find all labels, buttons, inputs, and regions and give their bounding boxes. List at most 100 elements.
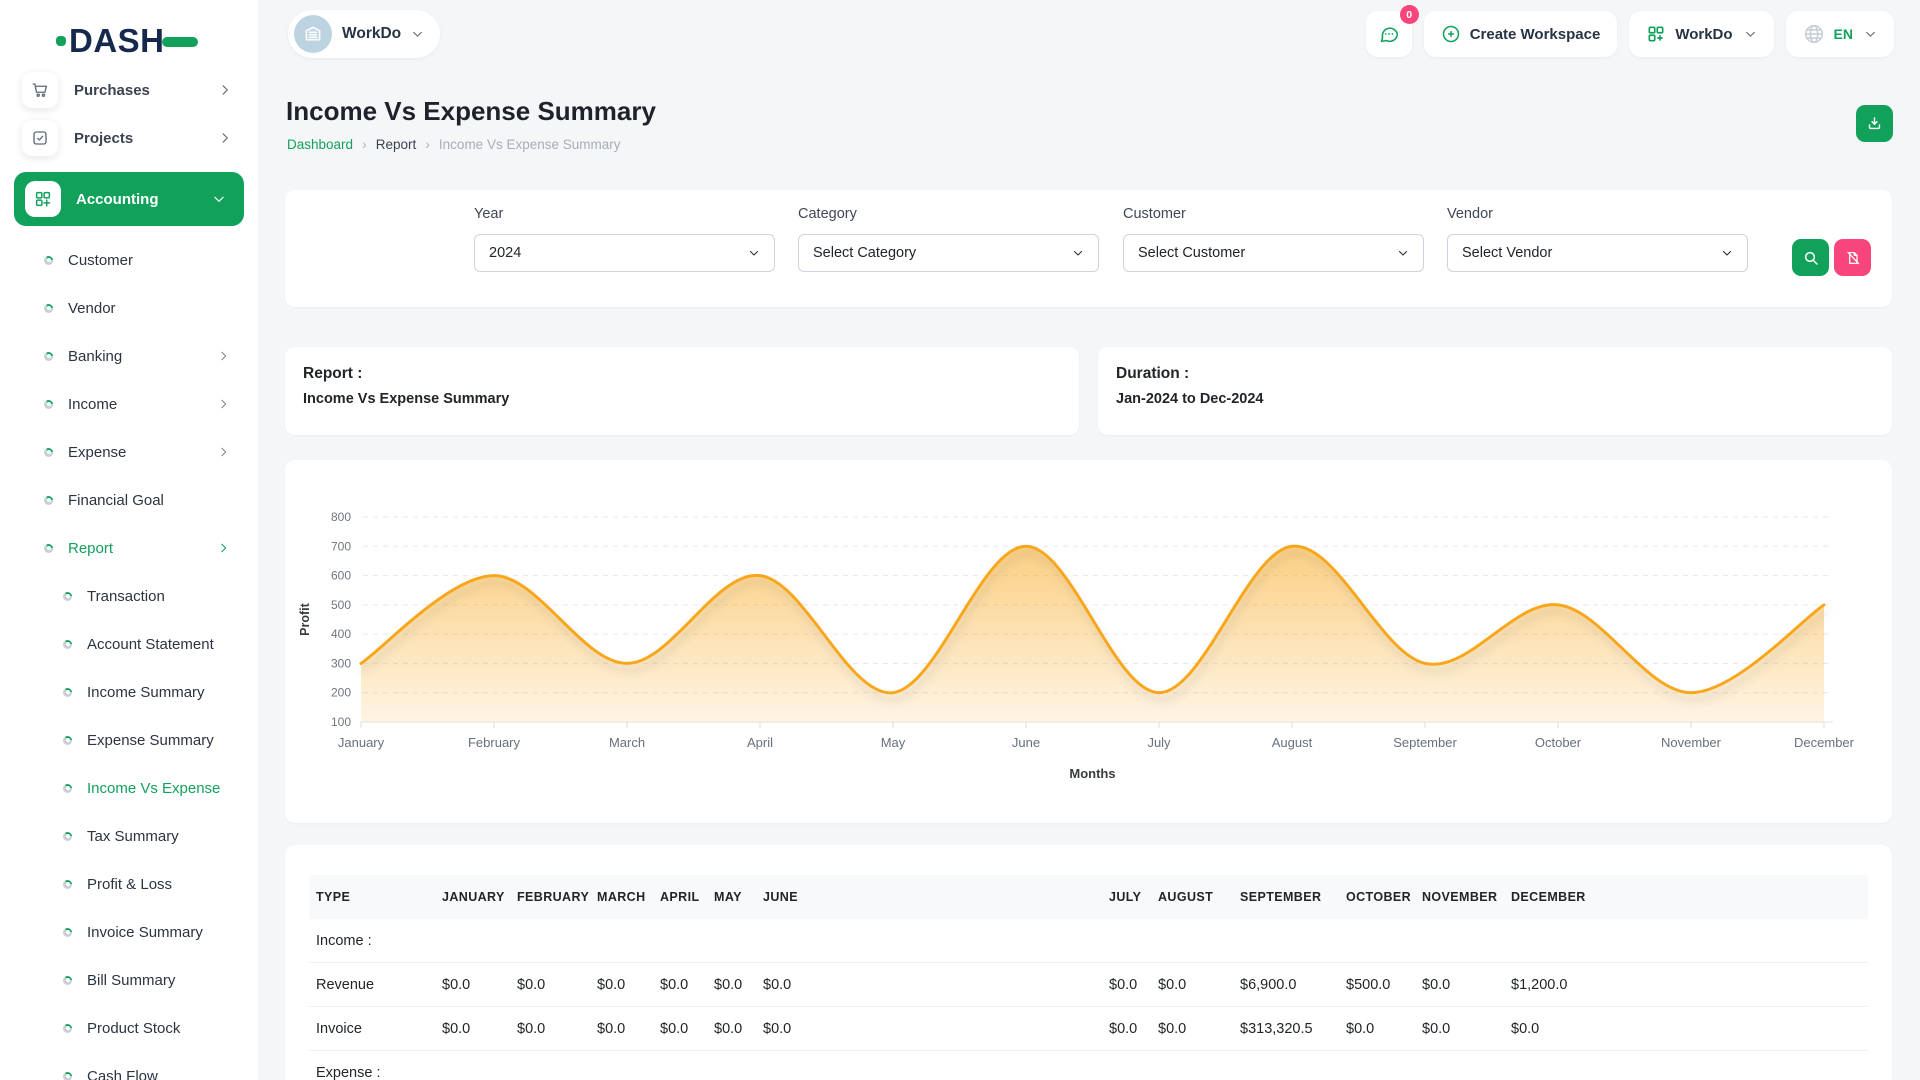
- sidebar-item-label: Vendor: [68, 300, 116, 317]
- filter-vendor: Vendor Select Vendor: [1447, 206, 1748, 272]
- sidebar-item-income-vs-expense[interactable]: Income Vs Expense: [0, 764, 258, 812]
- sidebar-item-label: Purchases: [74, 82, 150, 99]
- sidebar-item-customer[interactable]: Customer: [0, 236, 258, 284]
- bullet-icon: [44, 256, 53, 265]
- clear-filter-icon: [1845, 250, 1861, 266]
- sidebar-item-label: Invoice Summary: [87, 924, 203, 941]
- messages-badge: 0: [1400, 5, 1419, 24]
- sidebar-item-transaction[interactable]: Transaction: [0, 572, 258, 620]
- chevron-down-icon: [747, 247, 761, 259]
- sidebar-item-expense-summary[interactable]: Expense Summary: [0, 716, 258, 764]
- table-col-header: AUGUST: [1151, 875, 1233, 919]
- workspace-name: WorkDo: [342, 25, 401, 43]
- filter-year: Year 2024: [474, 206, 775, 272]
- svg-text:December: December: [1794, 735, 1855, 750]
- svg-text:400: 400: [331, 627, 351, 641]
- sidebar-item-label: Report: [68, 540, 113, 557]
- profit-chart-card: 100200300400500600700800JanuaryFebruaryM…: [285, 460, 1892, 823]
- sidebar-item-label: Banking: [68, 348, 122, 365]
- svg-text:500: 500: [331, 598, 351, 612]
- sidebar-item-invoice-summary[interactable]: Invoice Summary: [0, 908, 258, 956]
- workspace-menu-label: WorkDo: [1675, 26, 1732, 43]
- table-col-header: DECEMBER: [1504, 875, 1868, 919]
- filter-customer: Customer Select Customer: [1123, 206, 1424, 272]
- sidebar-item-label: Financial Goal: [68, 492, 164, 509]
- messages-button[interactable]: 0: [1366, 11, 1412, 57]
- table-col-header: APRIL: [653, 875, 707, 919]
- vendor-select[interactable]: Select Vendor: [1447, 234, 1748, 272]
- download-report-button[interactable]: [1856, 105, 1893, 142]
- table-col-header: FEBRUARY: [510, 875, 590, 919]
- chevron-down-icon: [1743, 28, 1757, 41]
- tasks-icon: [22, 120, 58, 156]
- cart-icon: [22, 72, 58, 108]
- workspace-grid-icon: [1646, 24, 1666, 44]
- sidebar-item-cash-flow[interactable]: Cash Flow: [0, 1052, 258, 1080]
- year-label: Year: [474, 206, 775, 222]
- globe-icon: [1803, 23, 1825, 45]
- svg-text:June: June: [1012, 735, 1040, 750]
- category-select[interactable]: Select Category: [798, 234, 1099, 272]
- sidebar-item-accounting[interactable]: Accounting: [14, 172, 244, 226]
- sidebar-item-tax-summary[interactable]: Tax Summary: [0, 812, 258, 860]
- sidebar-item-income-summary[interactable]: Income Summary: [0, 668, 258, 716]
- apply-filter-button[interactable]: [1792, 239, 1829, 276]
- svg-text:March: March: [609, 735, 645, 750]
- sidebar-item-label: Tax Summary: [87, 828, 179, 845]
- sidebar-item-projects[interactable]: Projects: [0, 114, 258, 162]
- workspace-menu-button[interactable]: WorkDo: [1629, 11, 1773, 57]
- breadcrumb-current: Income Vs Expense Summary: [439, 137, 621, 152]
- report-card-title: Report :: [303, 365, 362, 383]
- sidebar-item-financial-goal[interactable]: Financial Goal: [0, 476, 258, 524]
- svg-text:January: January: [338, 735, 385, 750]
- sidebar-nav: Purchases Projects Accounting Customer Vendo…: [0, 66, 258, 1080]
- duration-card-value: Jan-2024 to Dec-2024: [1116, 391, 1264, 407]
- svg-text:September: September: [1393, 735, 1457, 750]
- sidebar-item-expense[interactable]: Expense: [0, 428, 258, 476]
- sidebar-item-account-statement[interactable]: Account Statement: [0, 620, 258, 668]
- breadcrumb-report[interactable]: Report: [376, 137, 417, 152]
- bullet-icon: [44, 496, 53, 505]
- topbar-actions: 0 Create Workspace WorkDo EN: [1366, 11, 1894, 57]
- language-selector[interactable]: EN: [1786, 11, 1894, 57]
- reset-filter-button[interactable]: [1834, 239, 1871, 276]
- chart-x-axis: JanuaryFebruaryMarchAprilMayJuneJulyAugu…: [338, 722, 1855, 781]
- sidebar-item-purchases[interactable]: Purchases: [0, 66, 258, 114]
- table-col-header: OCTOBER: [1339, 875, 1415, 919]
- duration-info-card: Duration : Jan-2024 to Dec-2024: [1098, 347, 1892, 435]
- svg-text:700: 700: [331, 539, 351, 553]
- app-logo[interactable]: DASH: [56, 22, 198, 60]
- year-select[interactable]: 2024: [474, 234, 775, 272]
- create-workspace-button[interactable]: Create Workspace: [1424, 11, 1618, 57]
- logo-dash-icon: [162, 37, 198, 47]
- profit-area-chart: 100200300400500600700800JanuaryFebruaryM…: [285, 460, 1892, 823]
- sidebar-item-bill-summary[interactable]: Bill Summary: [0, 956, 258, 1004]
- bullet-icon: [63, 688, 72, 697]
- sidebar-item-label: Account Statement: [87, 636, 214, 653]
- sidebar-item-income[interactable]: Income: [0, 380, 258, 428]
- table-col-header: TYPE: [309, 875, 435, 919]
- sidebar-item-profit-loss[interactable]: Profit & Loss: [0, 860, 258, 908]
- svg-text:November: November: [1661, 735, 1722, 750]
- logo-text: DASH: [69, 22, 165, 60]
- bullet-icon: [44, 352, 53, 361]
- vendor-label: Vendor: [1447, 206, 1748, 222]
- bullet-icon: [63, 592, 72, 601]
- chevron-right-icon: [218, 83, 232, 97]
- sidebar-item-banking[interactable]: Banking: [0, 332, 258, 380]
- summary-table-card: TYPEJANUARYFEBRUARYMARCHAPRILMAYJUNEJULY…: [285, 845, 1892, 1080]
- sidebar-item-label: Transaction: [87, 588, 165, 605]
- language-code: EN: [1834, 26, 1853, 42]
- sidebar-item-vendor[interactable]: Vendor: [0, 284, 258, 332]
- breadcrumb-dashboard[interactable]: Dashboard: [287, 137, 353, 152]
- sidebar-item-product-stock[interactable]: Product Stock: [0, 1004, 258, 1052]
- customer-select[interactable]: Select Customer: [1123, 234, 1424, 272]
- bullet-icon: [63, 640, 72, 649]
- sidebar: DASH Purchases Projects Accounting Customer…: [0, 0, 258, 1080]
- workspace-switcher[interactable]: WorkDo: [288, 10, 440, 58]
- sidebar-item-label: Income: [68, 396, 117, 413]
- filter-card: Year 2024 Category Select Category Custo…: [285, 190, 1892, 307]
- svg-text:April: April: [747, 735, 773, 750]
- sidebar-item-report[interactable]: Report: [0, 524, 258, 572]
- svg-text:100: 100: [331, 715, 351, 729]
